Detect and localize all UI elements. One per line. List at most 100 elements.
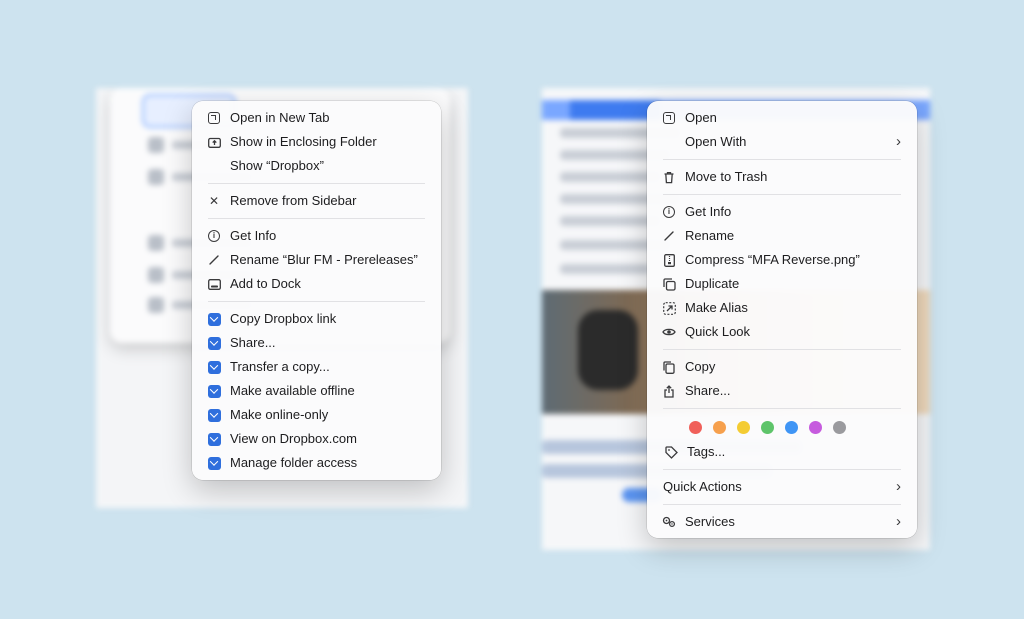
menu-item-manage-folder-access[interactable]: Manage folder access xyxy=(192,451,441,475)
menu-separator xyxy=(663,349,901,350)
menu-separator xyxy=(663,469,901,470)
menu-item-label: Show “Dropbox” xyxy=(230,158,324,173)
background-list-line xyxy=(560,264,650,274)
dropbox-icon xyxy=(207,360,221,374)
menu-item-label: Show in Enclosing Folder xyxy=(230,134,377,149)
menu-item-label: Quick Look xyxy=(685,324,751,339)
dock-icon xyxy=(207,277,221,291)
menu-separator xyxy=(663,194,901,195)
sidebar-context-menu: Open in New Tab Show in Enclosing Folder… xyxy=(192,101,441,480)
menu-item-open[interactable]: Open xyxy=(647,106,917,130)
menu-item-remove-from-sidebar[interactable]: ✕ Remove from Sidebar xyxy=(192,189,441,213)
menu-item-label: Rename “Blur FM - Prereleases” xyxy=(230,252,418,267)
close-icon: ✕ xyxy=(208,194,220,208)
open-tab-icon xyxy=(207,111,221,125)
chevron-right-icon: › xyxy=(896,478,901,495)
dropbox-icon xyxy=(207,408,221,422)
services-icon xyxy=(662,515,676,529)
archive-icon xyxy=(662,253,676,267)
menu-item-make-alias[interactable]: Make Alias xyxy=(647,296,917,320)
menu-item-rename[interactable]: Rename “Blur FM - Prereleases” xyxy=(192,248,441,272)
dropbox-icon xyxy=(207,336,221,350)
trash-icon xyxy=(662,170,676,184)
tag-icon xyxy=(664,445,678,459)
tag-color-yellow[interactable] xyxy=(737,421,750,434)
menu-item-label: Make online-only xyxy=(230,407,329,422)
menu-item-label: Copy xyxy=(685,359,716,374)
menu-item-open-with[interactable]: Open With › xyxy=(647,130,917,154)
background-list-line xyxy=(560,216,660,226)
menu-separator xyxy=(208,218,425,219)
menu-item-label: Move to Trash xyxy=(685,169,768,184)
menu-item-dropbox-share[interactable]: Share... xyxy=(192,331,441,355)
menu-item-get-info[interactable]: i Get Info xyxy=(647,200,917,224)
menu-item-make-online-only[interactable]: Make online-only xyxy=(192,403,441,427)
tag-color-purple[interactable] xyxy=(809,421,822,434)
menu-item-view-on-dropbox[interactable]: View on Dropbox.com xyxy=(192,427,441,451)
copy-icon xyxy=(662,360,676,374)
menu-item-show-in-enclosing-folder[interactable]: Show in Enclosing Folder xyxy=(192,130,441,154)
file-context-menu: Open Open With › Move to Trash i Get Inf… xyxy=(647,101,917,538)
menu-item-transfer-a-copy[interactable]: Transfer a copy... xyxy=(192,355,441,379)
menu-item-compress[interactable]: Compress “MFA Reverse.png” xyxy=(647,248,917,272)
open-icon xyxy=(662,111,676,125)
chevron-right-icon: › xyxy=(896,513,901,530)
menu-item-label: Quick Actions xyxy=(663,479,742,494)
menu-item-move-to-trash[interactable]: Move to Trash xyxy=(647,165,917,189)
menu-item-label: Get Info xyxy=(230,228,277,243)
tag-color-green[interactable] xyxy=(761,421,774,434)
menu-item-label: Transfer a copy... xyxy=(230,359,330,374)
menu-item-quick-look[interactable]: Quick Look xyxy=(647,320,917,344)
tag-color-orange[interactable] xyxy=(713,421,726,434)
menu-item-label: Copy Dropbox link xyxy=(230,311,337,326)
menu-item-label: Services xyxy=(685,514,735,529)
tag-color-red[interactable] xyxy=(689,421,702,434)
menu-item-make-available-offline[interactable]: Make available offline xyxy=(192,379,441,403)
dropbox-icon xyxy=(207,312,221,326)
menu-item-label: Make available offline xyxy=(230,383,355,398)
dropbox-icon xyxy=(207,432,221,446)
tag-color-blue[interactable] xyxy=(785,421,798,434)
menu-item-services[interactable]: Services › xyxy=(647,510,917,534)
duplicate-icon xyxy=(662,277,676,291)
menu-item-get-info[interactable]: i Get Info xyxy=(192,224,441,248)
menu-item-label: Open With xyxy=(685,134,747,149)
tag-color-row xyxy=(647,414,917,440)
chevron-right-icon: › xyxy=(896,133,901,150)
menu-item-label: View on Dropbox.com xyxy=(230,431,357,446)
menu-item-quick-actions[interactable]: Quick Actions › xyxy=(647,475,917,499)
menu-item-label: Manage folder access xyxy=(230,455,358,470)
dropbox-icon xyxy=(207,384,221,398)
menu-item-label: Share... xyxy=(685,383,731,398)
menu-item-duplicate[interactable]: Duplicate xyxy=(647,272,917,296)
menu-item-label: Tags... xyxy=(687,444,726,459)
menu-item-label: Open in New Tab xyxy=(230,110,330,125)
menu-item-copy-dropbox-link[interactable]: Copy Dropbox link xyxy=(192,307,441,331)
menu-item-label: Rename xyxy=(685,228,735,243)
menu-item-rename[interactable]: Rename xyxy=(647,224,917,248)
menu-item-add-to-dock[interactable]: Add to Dock xyxy=(192,272,441,296)
menu-separator xyxy=(663,504,901,505)
menu-item-label: Duplicate xyxy=(685,276,740,291)
enclosing-folder-icon xyxy=(207,135,221,149)
menu-item-label: Open xyxy=(685,110,717,125)
pencil-icon xyxy=(662,229,676,243)
menu-separator xyxy=(208,301,425,302)
menu-separator xyxy=(663,408,901,409)
pencil-icon xyxy=(207,253,221,267)
menu-separator xyxy=(208,183,425,184)
share-icon xyxy=(662,384,676,398)
background-list-line xyxy=(560,172,660,182)
menu-item-share[interactable]: Share... xyxy=(647,379,917,403)
menu-item-label: Get Info xyxy=(685,204,732,219)
info-icon: i xyxy=(207,229,221,243)
menu-item-copy[interactable]: Copy xyxy=(647,355,917,379)
menu-item-label: Share... xyxy=(230,335,276,350)
tag-color-gray[interactable] xyxy=(833,421,846,434)
menu-item-tags[interactable]: Tags... xyxy=(647,440,917,464)
menu-item-open-in-new-tab[interactable]: Open in New Tab xyxy=(192,106,441,130)
menu-item-label: Add to Dock xyxy=(230,276,301,291)
alias-icon xyxy=(662,301,676,315)
menu-item-show-dropbox[interactable]: Show “Dropbox” xyxy=(192,154,441,178)
menu-item-label: Remove from Sidebar xyxy=(230,193,357,208)
